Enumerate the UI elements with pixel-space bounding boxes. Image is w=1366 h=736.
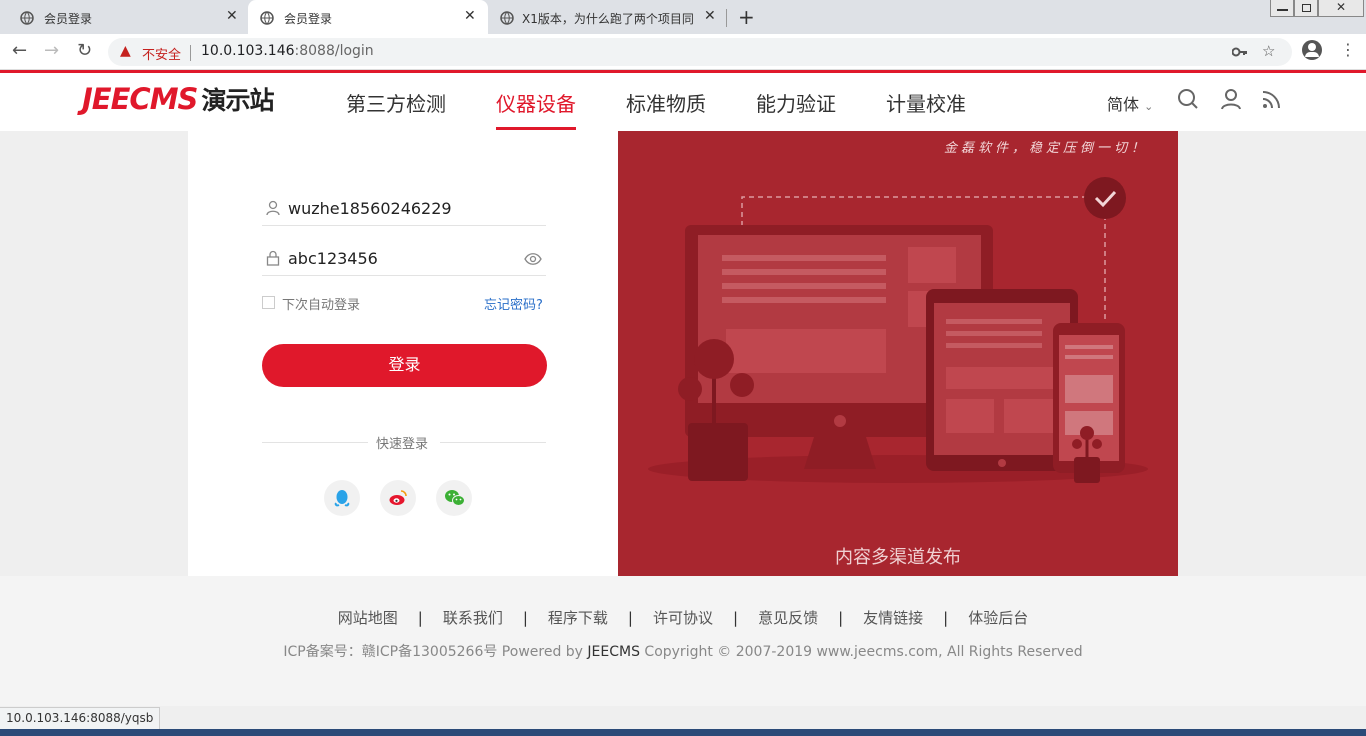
- warning-icon: ▲: [120, 43, 131, 59]
- logo-cn-text: 演示站: [201, 86, 274, 115]
- footer-link-sitemap[interactable]: 网站地图: [318, 609, 418, 627]
- globe-icon: [20, 11, 34, 25]
- wechat-icon: [445, 490, 465, 506]
- reload-icon[interactable]: ↻: [77, 40, 92, 61]
- copyright-pre: ICP备案号：赣ICP备13005266号 Powered by: [283, 644, 588, 660]
- nav-item-calibration[interactable]: 计量校准: [886, 88, 966, 117]
- restore-button[interactable]: [1294, 0, 1318, 17]
- url-text: 10.0.103.146:8088/login: [201, 43, 374, 59]
- profile-avatar-icon[interactable]: [1302, 40, 1322, 60]
- footer-link-license[interactable]: 许可协议: [633, 609, 733, 627]
- nav-item-reference-materials[interactable]: 标准物质: [626, 88, 706, 117]
- language-label: 简体: [1107, 95, 1140, 114]
- footer-link-admin-demo[interactable]: 体验后台: [948, 609, 1048, 627]
- active-nav-underline: [496, 127, 576, 130]
- rss-icon[interactable]: [1261, 88, 1281, 110]
- close-window-button[interactable]: ✕: [1318, 0, 1364, 17]
- weibo-icon: [389, 490, 407, 505]
- globe-icon: [500, 11, 514, 25]
- eye-icon[interactable]: [524, 252, 542, 266]
- username-value: wuzhe18560246229: [288, 199, 452, 218]
- browser-tab-strip: 会员登录 ✕ 会员登录 ✕ X1版本，为什么跑了两个项目同… ✕ + ✕: [0, 0, 1366, 34]
- tab-title: 会员登录: [284, 12, 333, 26]
- status-bar-url: 10.0.103.146:8088/yqsb: [0, 707, 161, 729]
- language-select[interactable]: 简体 ⌄: [1107, 91, 1153, 115]
- search-icon[interactable]: [1177, 88, 1199, 110]
- promo-caption: 内容多渠道发布: [835, 547, 961, 568]
- back-arrow-icon[interactable]: ←: [12, 40, 27, 61]
- weibo-login-button[interactable]: [380, 480, 416, 516]
- site-logo[interactable]: JEECMS 演示站: [82, 81, 274, 117]
- password-value: abc123456: [288, 249, 378, 268]
- user-icon: [266, 200, 280, 216]
- nav-item-third-party-testing[interactable]: 第三方检测: [346, 88, 446, 117]
- close-tab-icon[interactable]: ✕: [226, 8, 238, 24]
- url-path: :8088/login: [294, 43, 374, 59]
- remember-me-label: 下次自动登录: [282, 298, 361, 313]
- browser-tab-1[interactable]: 会员登录 ✕: [0, 0, 244, 34]
- insecure-label: 不安全: [142, 48, 182, 63]
- url-divider: [190, 45, 191, 61]
- password-field[interactable]: abc123456: [262, 244, 546, 276]
- new-tab-button[interactable]: +: [738, 5, 755, 29]
- site-header: JEECMS 演示站 第三方检测 仪器设备 标准物质 能力验证 计量校准 简体 ⌄: [0, 73, 1366, 131]
- divider-line: [440, 442, 546, 443]
- qq-icon: [334, 490, 350, 507]
- close-tab-icon[interactable]: ✕: [704, 8, 716, 24]
- os-taskbar: [0, 729, 1366, 736]
- copyright-brand: JEECMS: [587, 644, 640, 660]
- address-bar[interactable]: ▲ 不安全 10.0.103.146:8088/login ☆: [108, 38, 1292, 66]
- site-footer: 网站地图 | 联系我们 | 程序下载 | 许可协议 | 意见反馈 | 友情链接 | 体验后台 ICP备案…: [0, 576, 1366, 706]
- nav-item-proficiency-testing[interactable]: 能力验证: [756, 88, 836, 117]
- lock-icon: [266, 250, 280, 266]
- copyright-text: ICP备案号：赣ICP备13005266号 Powered by JEECMS …: [0, 641, 1366, 661]
- qq-login-button[interactable]: [324, 480, 360, 516]
- star-icon[interactable]: ☆: [1262, 42, 1275, 60]
- forward-arrow-icon[interactable]: →: [44, 40, 59, 61]
- promo-banner: 金磊软件，稳定压倒一切！ 内容多渠道发布: [618, 131, 1178, 576]
- user-icon[interactable]: [1220, 88, 1242, 110]
- browser-tab-2[interactable]: 会员登录 ✕: [248, 0, 488, 34]
- remember-me-checkbox[interactable]: [262, 296, 275, 309]
- close-tab-icon[interactable]: ✕: [464, 8, 476, 24]
- nav-item-instruments[interactable]: 仪器设备: [496, 88, 576, 117]
- footer-link-download[interactable]: 程序下载: [528, 609, 628, 627]
- quick-login-label: 快速登录: [376, 437, 429, 452]
- login-card: wuzhe18560246229 abc123456 下次自动登录 忘记密码? …: [188, 131, 618, 576]
- chevron-down-icon: ⌄: [1144, 100, 1154, 113]
- username-field[interactable]: wuzhe18560246229: [262, 194, 546, 226]
- divider-line: [262, 442, 368, 443]
- login-button[interactable]: 登录: [262, 344, 547, 387]
- wechat-login-button[interactable]: [436, 480, 472, 516]
- tab-title: 会员登录: [44, 12, 93, 26]
- footer-link-contact[interactable]: 联系我们: [423, 609, 523, 627]
- url-host: 10.0.103.146: [201, 43, 295, 59]
- footer-link-feedback[interactable]: 意见反馈: [738, 609, 838, 627]
- footer-links: 网站地图 | 联系我们 | 程序下载 | 许可协议 | 意见反馈 | 友情链接 | 体验后台: [0, 607, 1366, 628]
- browser-toolbar: ← → ↻ ▲ 不安全 10.0.103.146:8088/login ☆ ⋮: [0, 34, 1366, 70]
- globe-icon: [260, 11, 274, 25]
- minimize-button[interactable]: [1270, 0, 1294, 17]
- key-icon[interactable]: [1232, 46, 1248, 58]
- forgot-password-link[interactable]: 忘记密码?: [484, 294, 543, 313]
- multi-device-illustration: [648, 177, 1148, 483]
- browser-tab-3[interactable]: X1版本，为什么跑了两个项目同… ✕: [488, 0, 724, 34]
- logo-text: JEECMS: [82, 82, 198, 116]
- tab-title: X1版本，为什么跑了两个项目同…: [522, 12, 694, 26]
- tab-divider: [726, 9, 727, 27]
- copyright-post: Copyright © 2007-2019 www.jeecms.com, Al…: [639, 644, 1083, 660]
- browser-menu-icon[interactable]: ⋮: [1340, 40, 1356, 59]
- footer-link-friends[interactable]: 友情链接: [843, 609, 943, 627]
